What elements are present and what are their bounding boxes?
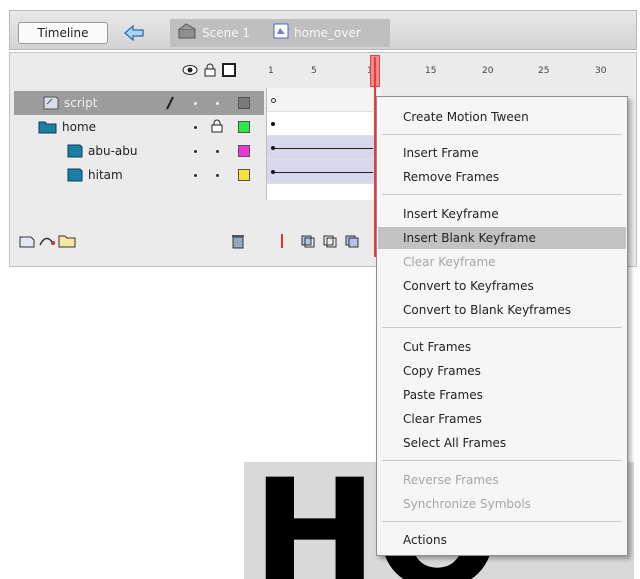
menu-item-cut-frames[interactable]: Cut Frames bbox=[378, 336, 626, 358]
breadcrumb-scene[interactable]: Scene 1 bbox=[202, 26, 250, 40]
menu-separator bbox=[382, 460, 622, 461]
frame-row[interactable] bbox=[267, 136, 381, 160]
menu-item-create-motion-tween[interactable]: Create Motion Tween bbox=[378, 106, 626, 128]
tween-line bbox=[275, 172, 373, 173]
ruler-label: 15 bbox=[425, 66, 437, 76]
ruler-label: 30 bbox=[595, 66, 607, 76]
layer-name: hitam bbox=[88, 168, 123, 182]
keyframe[interactable] bbox=[271, 122, 275, 126]
menu-item-remove-frames[interactable]: Remove Frames bbox=[378, 166, 626, 188]
tween-line bbox=[275, 148, 373, 149]
add-folder-icon[interactable] bbox=[58, 233, 76, 252]
layer-row-script[interactable]: script bbox=[14, 91, 264, 115]
layer-icon bbox=[66, 167, 84, 186]
layer-name: home bbox=[62, 120, 97, 134]
layer-color-swatch[interactable] bbox=[238, 169, 250, 181]
visibility-dot[interactable] bbox=[194, 174, 197, 177]
layer-name: script bbox=[64, 96, 98, 110]
layer-row-abu-abu[interactable]: abu-abu bbox=[14, 139, 264, 163]
menu-item-convert-to-keyframes[interactable]: Convert to Keyframes bbox=[378, 275, 626, 297]
scene-icon bbox=[178, 23, 198, 42]
menu-separator bbox=[382, 327, 622, 328]
menu-item-synchronize-symbols[interactable]: Synchronize Symbols bbox=[378, 493, 626, 515]
add-layer-icon[interactable] bbox=[18, 233, 36, 252]
visibility-dot[interactable] bbox=[194, 126, 197, 129]
keyframe-empty[interactable] bbox=[271, 98, 276, 103]
add-motion-guide-icon[interactable] bbox=[38, 233, 56, 252]
layer-color-swatch[interactable] bbox=[238, 145, 250, 157]
layer-color-swatch[interactable] bbox=[238, 97, 250, 109]
menu-item-copy-frames[interactable]: Copy Frames bbox=[378, 360, 626, 382]
menu-item-insert-blank-keyframe[interactable]: Insert Blank Keyframe bbox=[378, 227, 626, 249]
menu-item-actions[interactable]: Actions bbox=[378, 529, 626, 551]
folder-icon bbox=[38, 119, 58, 138]
pencil-icon bbox=[164, 95, 176, 114]
trash-icon[interactable] bbox=[230, 233, 246, 252]
menu-item-insert-keyframe[interactable]: Insert Keyframe bbox=[378, 203, 626, 225]
menu-separator bbox=[382, 521, 622, 522]
visibility-dot[interactable] bbox=[194, 150, 197, 153]
lock-icon[interactable] bbox=[203, 63, 217, 80]
eye-icon[interactable] bbox=[181, 63, 199, 80]
lock-dot[interactable] bbox=[216, 174, 219, 177]
frames-grid[interactable] bbox=[266, 88, 381, 200]
lock-icon[interactable] bbox=[211, 119, 223, 136]
timeline-tab-bar: Timeline Scene 1 home_over bbox=[9, 10, 637, 50]
ruler-label: 1 bbox=[268, 66, 274, 76]
menu-item-clear-frames[interactable]: Clear Frames bbox=[378, 408, 626, 430]
menu-item-convert-to-blank-keyframes[interactable]: Convert to Blank Keyframes bbox=[378, 299, 626, 321]
menu-item-select-all-frames[interactable]: Select All Frames bbox=[378, 432, 626, 454]
layer-icon bbox=[66, 143, 84, 162]
menu-item-clear-keyframe[interactable]: Clear Keyframe bbox=[378, 251, 626, 273]
layer-row-home[interactable]: home bbox=[14, 115, 264, 139]
onion-skin-icon[interactable] bbox=[300, 233, 316, 252]
ruler-label: 5 bbox=[311, 66, 317, 76]
visibility-dot[interactable] bbox=[194, 102, 197, 105]
layer-name: abu-abu bbox=[88, 144, 138, 158]
frame-row[interactable] bbox=[267, 112, 381, 136]
back-arrow-icon[interactable] bbox=[121, 21, 147, 45]
tab-timeline[interactable]: Timeline bbox=[18, 22, 108, 44]
edit-multiple-frames-icon[interactable] bbox=[344, 233, 360, 252]
outline-icon[interactable] bbox=[222, 63, 236, 80]
menu-item-paste-frames[interactable]: Paste Frames bbox=[378, 384, 626, 406]
menu-item-reverse-frames[interactable]: Reverse Frames bbox=[378, 469, 626, 491]
frame-row[interactable] bbox=[267, 160, 381, 184]
ruler-label: 25 bbox=[538, 66, 550, 76]
menu-item-insert-frame[interactable]: Insert Frame bbox=[378, 142, 626, 164]
center-frame-icon[interactable] bbox=[275, 233, 289, 252]
breadcrumb-symbol[interactable]: home_over bbox=[294, 26, 361, 40]
layer-row-hitam[interactable]: hitam bbox=[14, 163, 264, 187]
context-menu: Create Motion Tween Insert Frame Remove … bbox=[376, 96, 628, 556]
symbol-icon bbox=[273, 23, 289, 42]
layer-icon bbox=[42, 95, 60, 114]
frame-row[interactable] bbox=[267, 88, 381, 112]
lock-dot[interactable] bbox=[216, 150, 219, 153]
lock-dot[interactable] bbox=[216, 102, 219, 105]
menu-separator bbox=[382, 134, 622, 135]
ruler-label: 20 bbox=[482, 66, 494, 76]
menu-separator bbox=[382, 194, 622, 195]
layer-color-swatch[interactable] bbox=[238, 121, 250, 133]
onion-skin-outlines-icon[interactable] bbox=[322, 233, 338, 252]
